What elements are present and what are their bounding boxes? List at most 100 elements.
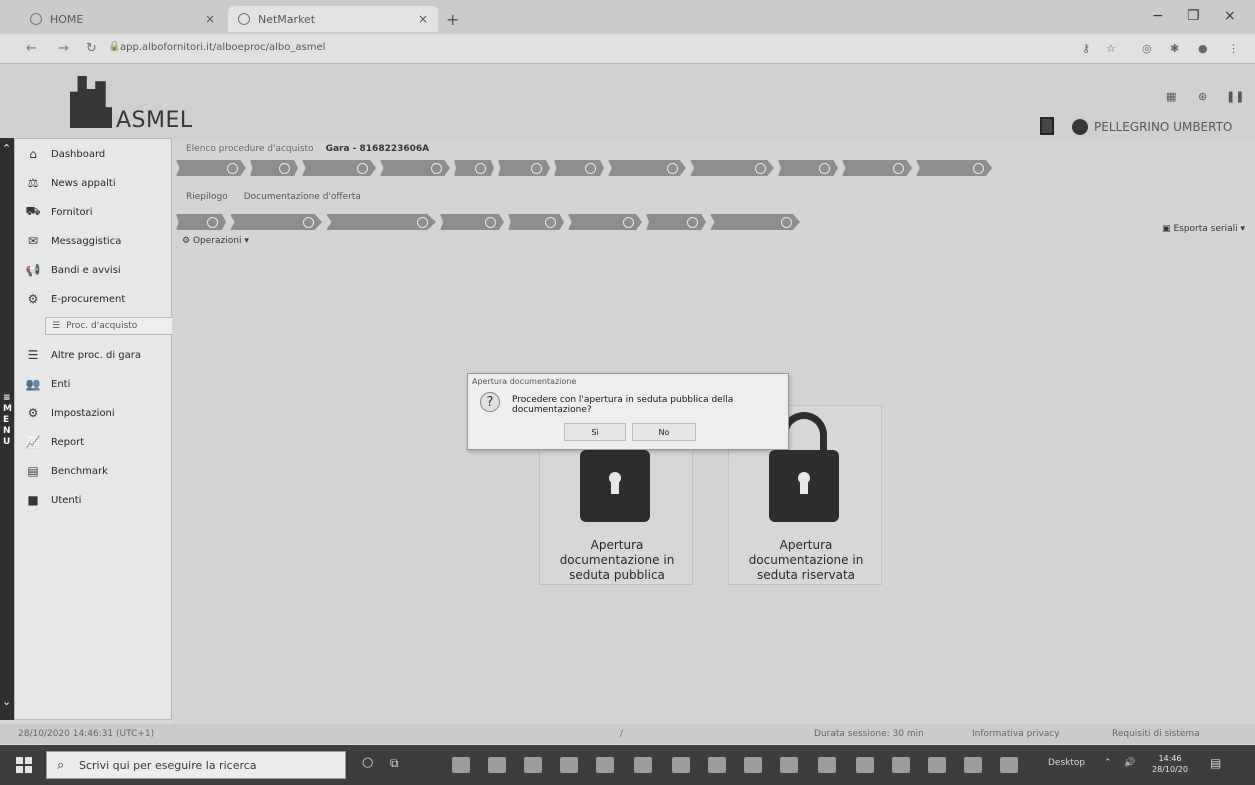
cortana-icon[interactable]: ○ — [362, 755, 373, 770]
breadcrumb-gara[interactable]: Gara - 8168223606A — [326, 144, 430, 154]
breadcrumb-procedures[interactable]: Elenco procedure d'acquisto — [186, 144, 314, 154]
app-icon[interactable] — [560, 757, 578, 773]
step-pill[interactable] — [710, 214, 800, 230]
step-pill[interactable] — [554, 160, 604, 176]
tab-home[interactable]: HOME × — [20, 6, 225, 32]
app-icon[interactable] — [708, 757, 726, 773]
step-pill[interactable] — [454, 160, 494, 176]
sidebar-item-label: Altre proc. di gara — [51, 349, 141, 361]
reload-icon[interactable]: ↻ — [86, 41, 97, 56]
minimize-icon[interactable]: − — [1152, 8, 1164, 24]
step-pill[interactable] — [302, 160, 376, 176]
app-icon[interactable] — [596, 757, 614, 773]
star-icon[interactable]: ☆ — [1106, 42, 1116, 55]
export-button[interactable]: ▣ Esporta seriali ▾ — [1162, 224, 1245, 234]
step-pill[interactable] — [778, 160, 838, 176]
sidebar-subitem-proc-acquisto[interactable]: ☰ Proc. d'acquisto — [45, 317, 173, 335]
document-icon[interactable] — [1040, 117, 1054, 135]
chrome-icon[interactable] — [524, 757, 542, 773]
step-pill[interactable] — [380, 160, 450, 176]
volume-icon[interactable]: 🔊 — [1124, 758, 1135, 768]
more-menu-icon[interactable]: ⋮ — [1228, 42, 1239, 55]
app-icon[interactable] — [856, 757, 874, 773]
step-pill[interactable] — [646, 214, 706, 230]
taskbar-clock[interactable]: 14:46 28/10/20 — [1152, 753, 1188, 775]
chevron-up-icon[interactable]: ⌃ — [2, 142, 11, 155]
pause-icon[interactable]: ❚❚ — [1226, 90, 1244, 103]
new-tab-icon[interactable]: + — [446, 10, 459, 29]
windows-start-icon[interactable] — [16, 757, 32, 773]
sub-breadcrumb-riepilogo[interactable]: Riepilogo — [186, 192, 228, 202]
no-button[interactable]: No — [632, 423, 696, 441]
step-pill[interactable] — [690, 160, 774, 176]
back-icon[interactable]: ← — [26, 41, 37, 56]
close-window-icon[interactable]: × — [1224, 8, 1236, 24]
sidebar-item-enti[interactable]: 👥 Enti — [25, 373, 71, 395]
logo-text: ASMEL — [116, 108, 193, 133]
user-icon — [1072, 119, 1088, 135]
sidebar-item-bandi[interactable]: 📢 Bandi e avvisi — [25, 259, 121, 281]
notification-icon[interactable]: ▤ — [1210, 756, 1221, 770]
grid-icon[interactable]: ▦ — [1166, 90, 1176, 103]
sidebar-item-fornitori[interactable]: ⛟ Fornitori — [25, 201, 92, 223]
step-pill[interactable] — [916, 160, 992, 176]
key-icon[interactable]: ⚷ — [1082, 42, 1090, 55]
step-pill[interactable] — [176, 160, 246, 176]
url-field[interactable]: app.albofornitori.it/alboeproc/albo_asme… — [120, 42, 325, 53]
app-icon[interactable] — [928, 757, 946, 773]
chevron-down-icon[interactable]: ⌄ — [2, 695, 11, 708]
step-pill[interactable] — [440, 214, 504, 230]
step-pill[interactable] — [508, 214, 564, 230]
app-icon[interactable] — [1000, 757, 1018, 773]
scales-icon: ⚖ — [27, 176, 39, 190]
sidebar-item-messaggistica[interactable]: ✉ Messaggistica — [25, 230, 121, 252]
close-tab-icon[interactable]: × — [205, 12, 215, 26]
sidebar-item-dashboard[interactable]: ⌂ Dashboard — [25, 143, 105, 165]
close-tab-icon[interactable]: × — [418, 12, 428, 26]
sidebar-item-report[interactable]: 📈 Report — [25, 431, 85, 453]
sub-breadcrumb-documentazione[interactable]: Documentazione d'offerta — [244, 192, 361, 202]
app-icon[interactable] — [744, 757, 762, 773]
yes-button[interactable]: Sì — [564, 423, 626, 441]
app-icon[interactable] — [780, 757, 798, 773]
app-icon[interactable] — [672, 757, 690, 773]
chevron-up-icon[interactable]: ⌃ — [1104, 758, 1112, 768]
sidebar-item-news-appalti[interactable]: ⚖ News appalti — [25, 172, 116, 194]
forward-icon[interactable]: → — [58, 41, 69, 56]
app-icon[interactable] — [892, 757, 910, 773]
operations-menu[interactable]: ⚙ Operazioni ▾ — [182, 236, 249, 246]
step-pill[interactable] — [842, 160, 912, 176]
app-icon[interactable] — [964, 757, 982, 773]
user-menu[interactable]: PELLEGRINO UMBERTO — [1072, 119, 1232, 135]
step-pill[interactable] — [230, 214, 322, 230]
edge-icon[interactable] — [452, 757, 470, 773]
profile-icon[interactable]: ● — [1198, 42, 1208, 55]
sidebar-item-benchmark[interactable]: ▤ Benchmark — [25, 460, 108, 482]
maximize-icon[interactable]: ❐ — [1187, 8, 1200, 24]
privacy-link[interactable]: Informativa privacy — [972, 729, 1060, 739]
sidebar-item-impostazioni[interactable]: ⚙ Impostazioni — [25, 402, 115, 424]
sidebar-item-e-procurement[interactable]: ⚙ E-procurement — [25, 288, 126, 310]
app-icon[interactable] — [634, 757, 652, 773]
step-pill[interactable] — [176, 214, 226, 230]
step-pill[interactable] — [250, 160, 298, 176]
app-icon[interactable] — [818, 757, 836, 773]
requirements-link[interactable]: Requisiti di sistema — [1112, 729, 1200, 739]
step-pill[interactable] — [326, 214, 436, 230]
step-pill[interactable] — [498, 160, 550, 176]
tab-home-title: HOME — [50, 12, 84, 26]
tab-netmarket[interactable]: NetMarket × — [228, 6, 438, 32]
desktop-toolbar[interactable]: Desktop — [1048, 758, 1085, 768]
page-footer: 28/10/2020 14:46:31 (UTC+1) / Durata ses… — [0, 724, 1255, 744]
settings-icon[interactable]: ⊛ — [1198, 90, 1207, 103]
taskbar-search[interactable]: ⌕ Scrivi qui per eseguire la ricerca — [46, 751, 346, 779]
menu-strip[interactable]: ⌃ ≡ M E N U ⌄ — [0, 138, 14, 720]
step-pill[interactable] — [608, 160, 686, 176]
step-pill[interactable] — [568, 214, 642, 230]
sidebar-item-altre-proc[interactable]: ☰ Altre proc. di gara — [25, 344, 141, 366]
sidebar-item-utenti[interactable]: ■ Utenti — [25, 489, 81, 511]
puzzle-icon[interactable]: ✱ — [1170, 42, 1179, 55]
task-view-icon[interactable]: ⧉ — [390, 756, 399, 771]
folder-icon[interactable] — [488, 757, 506, 773]
extension-icon[interactable]: ◎ — [1142, 42, 1152, 55]
